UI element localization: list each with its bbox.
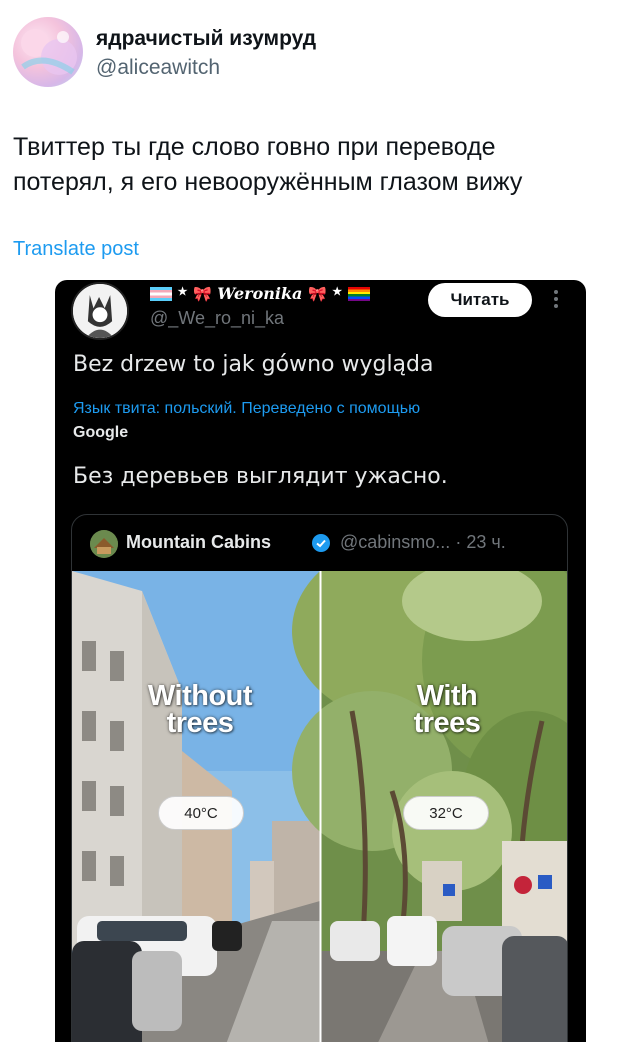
with-trees-label: With trees xyxy=(387,680,507,739)
tweet-text: Твиттер ты где слово говно при переводе … xyxy=(13,130,613,200)
with-trees-label-line-2: trees xyxy=(413,707,481,739)
quoted-tweet: Mountain Cabins @cabinsmo... · 23 ч. Wit… xyxy=(71,514,568,1042)
embedded-tweet-screenshot: ★ 🎀 Weronika 🎀 ★ @_We_ro_ni_ka Читать Be… xyxy=(55,280,586,1042)
translate-post-link[interactable]: Translate post xyxy=(13,238,139,261)
quoted-tweet-header: Mountain Cabins @cabinsmo... · 23 ч. xyxy=(72,515,567,571)
trans-flag-icon xyxy=(150,287,172,301)
embedded-author-name-text: Weronika xyxy=(217,284,303,303)
tweet-text-line-2: потерял, я его невооружённым глазом вижу xyxy=(13,168,523,196)
without-trees-label: Without trees xyxy=(130,680,270,739)
temperature-without-trees: 40°C xyxy=(158,796,244,830)
quoted-author-handle: @cabinsmo... xyxy=(340,532,451,552)
bow-icon: 🎀 xyxy=(193,285,212,303)
star-icon: ★ xyxy=(177,285,188,298)
embedded-tweet-text: Bez drzew to jak gówno wygląda xyxy=(73,352,434,377)
quoted-author-name: Mountain Cabins xyxy=(126,532,271,552)
translation-notice: Язык твита: польский. Переведено с помощ… xyxy=(73,397,553,445)
comparison-photo: Without trees With trees 40°C 32°C xyxy=(72,571,567,1042)
translation-notice-text: Язык твита: польский. Переведено с помощ… xyxy=(73,400,421,417)
rainbow-flag-icon xyxy=(347,287,370,301)
quoted-author-avatar xyxy=(90,530,118,558)
quoted-tweet-time: · 23 ч. xyxy=(455,532,506,552)
read-button: Читать xyxy=(428,283,532,317)
without-trees-label-line-1: Without xyxy=(147,680,253,712)
star-icon: ★ xyxy=(332,285,343,298)
more-icon xyxy=(551,290,561,312)
embedded-author-name: ★ 🎀 Weronika 🎀 ★ xyxy=(150,284,370,303)
author-handle[interactable]: @aliceawitch xyxy=(96,56,220,80)
author-name[interactable]: ядрачистый изумруд xyxy=(96,27,316,51)
with-trees-label-line-1: With xyxy=(416,680,478,712)
verified-icon xyxy=(312,534,330,552)
translated-text: Без деревьев выглядит ужасно. xyxy=(73,464,448,489)
embedded-author-handle: @_We_ro_ni_ka xyxy=(150,308,285,328)
translation-provider: Google xyxy=(73,424,129,441)
temperature-with-trees: 32°C xyxy=(403,796,489,830)
quoted-author-handle-time: @cabinsmo... · 23 ч. xyxy=(340,532,506,553)
without-trees-label-line-2: trees xyxy=(166,707,234,739)
embedded-author-avatar xyxy=(71,282,129,340)
author-avatar[interactable] xyxy=(13,17,83,87)
bow-icon: 🎀 xyxy=(307,285,327,303)
tweet-text-line-1: Твиттер ты где слово говно при переводе xyxy=(13,133,496,161)
